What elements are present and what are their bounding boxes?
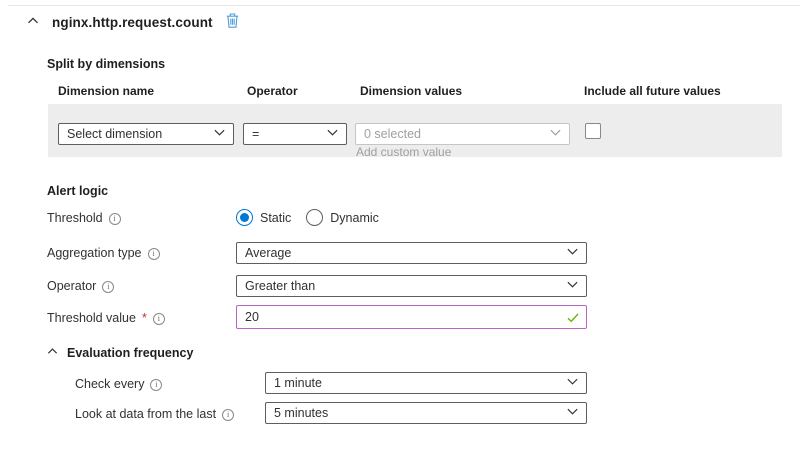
threshold-value-label-row: Threshold value * xyxy=(47,311,165,325)
dimension-name-dropdown-value: Select dimension xyxy=(67,127,162,141)
dimension-operator-dropdown[interactable]: = xyxy=(243,123,347,145)
threshold-type-radio-group: Static Dynamic xyxy=(236,209,379,226)
metric-header: nginx.http.request.count xyxy=(27,13,239,31)
chevron-down-icon xyxy=(566,375,579,391)
threshold-label: Threshold xyxy=(47,211,103,225)
dimension-values-dropdown-value: 0 selected xyxy=(364,127,421,141)
operator-dropdown[interactable]: Greater than xyxy=(236,275,587,297)
lookback-dropdown-value: 5 minutes xyxy=(274,406,328,420)
chevron-down-icon xyxy=(326,126,339,142)
check-every-dropdown[interactable]: 1 minute xyxy=(265,372,587,394)
radio-selected-icon[interactable] xyxy=(236,209,253,226)
dimension-values-dropdown: 0 selected xyxy=(355,123,570,145)
threshold-value-field-wrap xyxy=(236,305,587,329)
info-icon[interactable] xyxy=(102,281,114,293)
lookback-dropdown[interactable]: 5 minutes xyxy=(265,402,587,424)
aggregation-type-dropdown-value: Average xyxy=(245,246,291,260)
operator-label-row: Operator xyxy=(47,279,114,293)
radio-unselected-icon[interactable] xyxy=(306,209,323,226)
info-icon[interactable] xyxy=(150,379,162,391)
chevron-down-icon xyxy=(213,126,226,142)
check-every-dropdown-value: 1 minute xyxy=(274,376,322,390)
threshold-value-input[interactable] xyxy=(236,305,587,329)
dimension-operator-dropdown-value: = xyxy=(252,127,259,141)
lookback-label: Look at data from the last xyxy=(75,407,216,421)
operator-label: Operator xyxy=(47,279,96,293)
check-every-label-row: Check every xyxy=(75,377,162,391)
radio-option-dynamic[interactable]: Dynamic xyxy=(306,209,379,226)
check-every-label: Check every xyxy=(75,377,144,391)
column-header-dimension-values: Dimension values xyxy=(360,84,462,98)
delete-condition-button[interactable] xyxy=(226,13,239,31)
operator-dropdown-value: Greater than xyxy=(245,279,315,293)
collapse-metric-button[interactable] xyxy=(27,15,39,30)
info-icon[interactable] xyxy=(153,313,165,325)
threshold-label-row: Threshold xyxy=(47,211,121,225)
valid-check-icon xyxy=(567,312,579,326)
aggregation-type-dropdown[interactable]: Average xyxy=(236,242,587,264)
chevron-down-icon xyxy=(566,278,579,294)
radio-option-static[interactable]: Static xyxy=(236,209,291,226)
add-custom-value-link: Add custom value xyxy=(356,145,451,159)
alert-logic-heading: Alert logic xyxy=(47,184,108,198)
dimension-name-dropdown[interactable]: Select dimension xyxy=(58,123,234,145)
required-asterisk: * xyxy=(142,311,147,325)
info-icon[interactable] xyxy=(148,248,160,260)
metric-title: nginx.http.request.count xyxy=(52,15,213,30)
chevron-down-icon xyxy=(549,126,562,142)
lookback-label-row: Look at data from the last xyxy=(75,407,234,421)
evaluation-frequency-header: Evaluation frequency xyxy=(47,345,193,360)
chevron-up-icon xyxy=(27,15,39,30)
radio-static-label: Static xyxy=(260,211,291,225)
threshold-value-label: Threshold value xyxy=(47,311,136,325)
evaluation-frequency-heading: Evaluation frequency xyxy=(67,346,193,360)
split-by-dimensions-heading: Split by dimensions xyxy=(47,57,165,71)
include-future-values-checkbox[interactable] xyxy=(585,123,601,139)
chevron-down-icon xyxy=(566,245,579,261)
aggregation-type-label-row: Aggregation type xyxy=(47,246,160,260)
dimension-row: Select dimension = 0 selected Add custom… xyxy=(48,104,782,157)
info-icon[interactable] xyxy=(109,213,121,225)
column-header-operator: Operator xyxy=(247,84,298,98)
aggregation-type-label: Aggregation type xyxy=(47,246,142,260)
radio-dynamic-label: Dynamic xyxy=(330,211,379,225)
trash-icon xyxy=(226,13,239,31)
collapse-evaluation-frequency-button[interactable] xyxy=(47,345,58,360)
column-header-include-future-values: Include all future values xyxy=(584,84,721,98)
column-header-dimension-name: Dimension name xyxy=(58,84,154,98)
info-icon[interactable] xyxy=(222,409,234,421)
top-divider xyxy=(8,5,800,6)
chevron-down-icon xyxy=(566,405,579,421)
chevron-up-icon xyxy=(47,345,58,360)
